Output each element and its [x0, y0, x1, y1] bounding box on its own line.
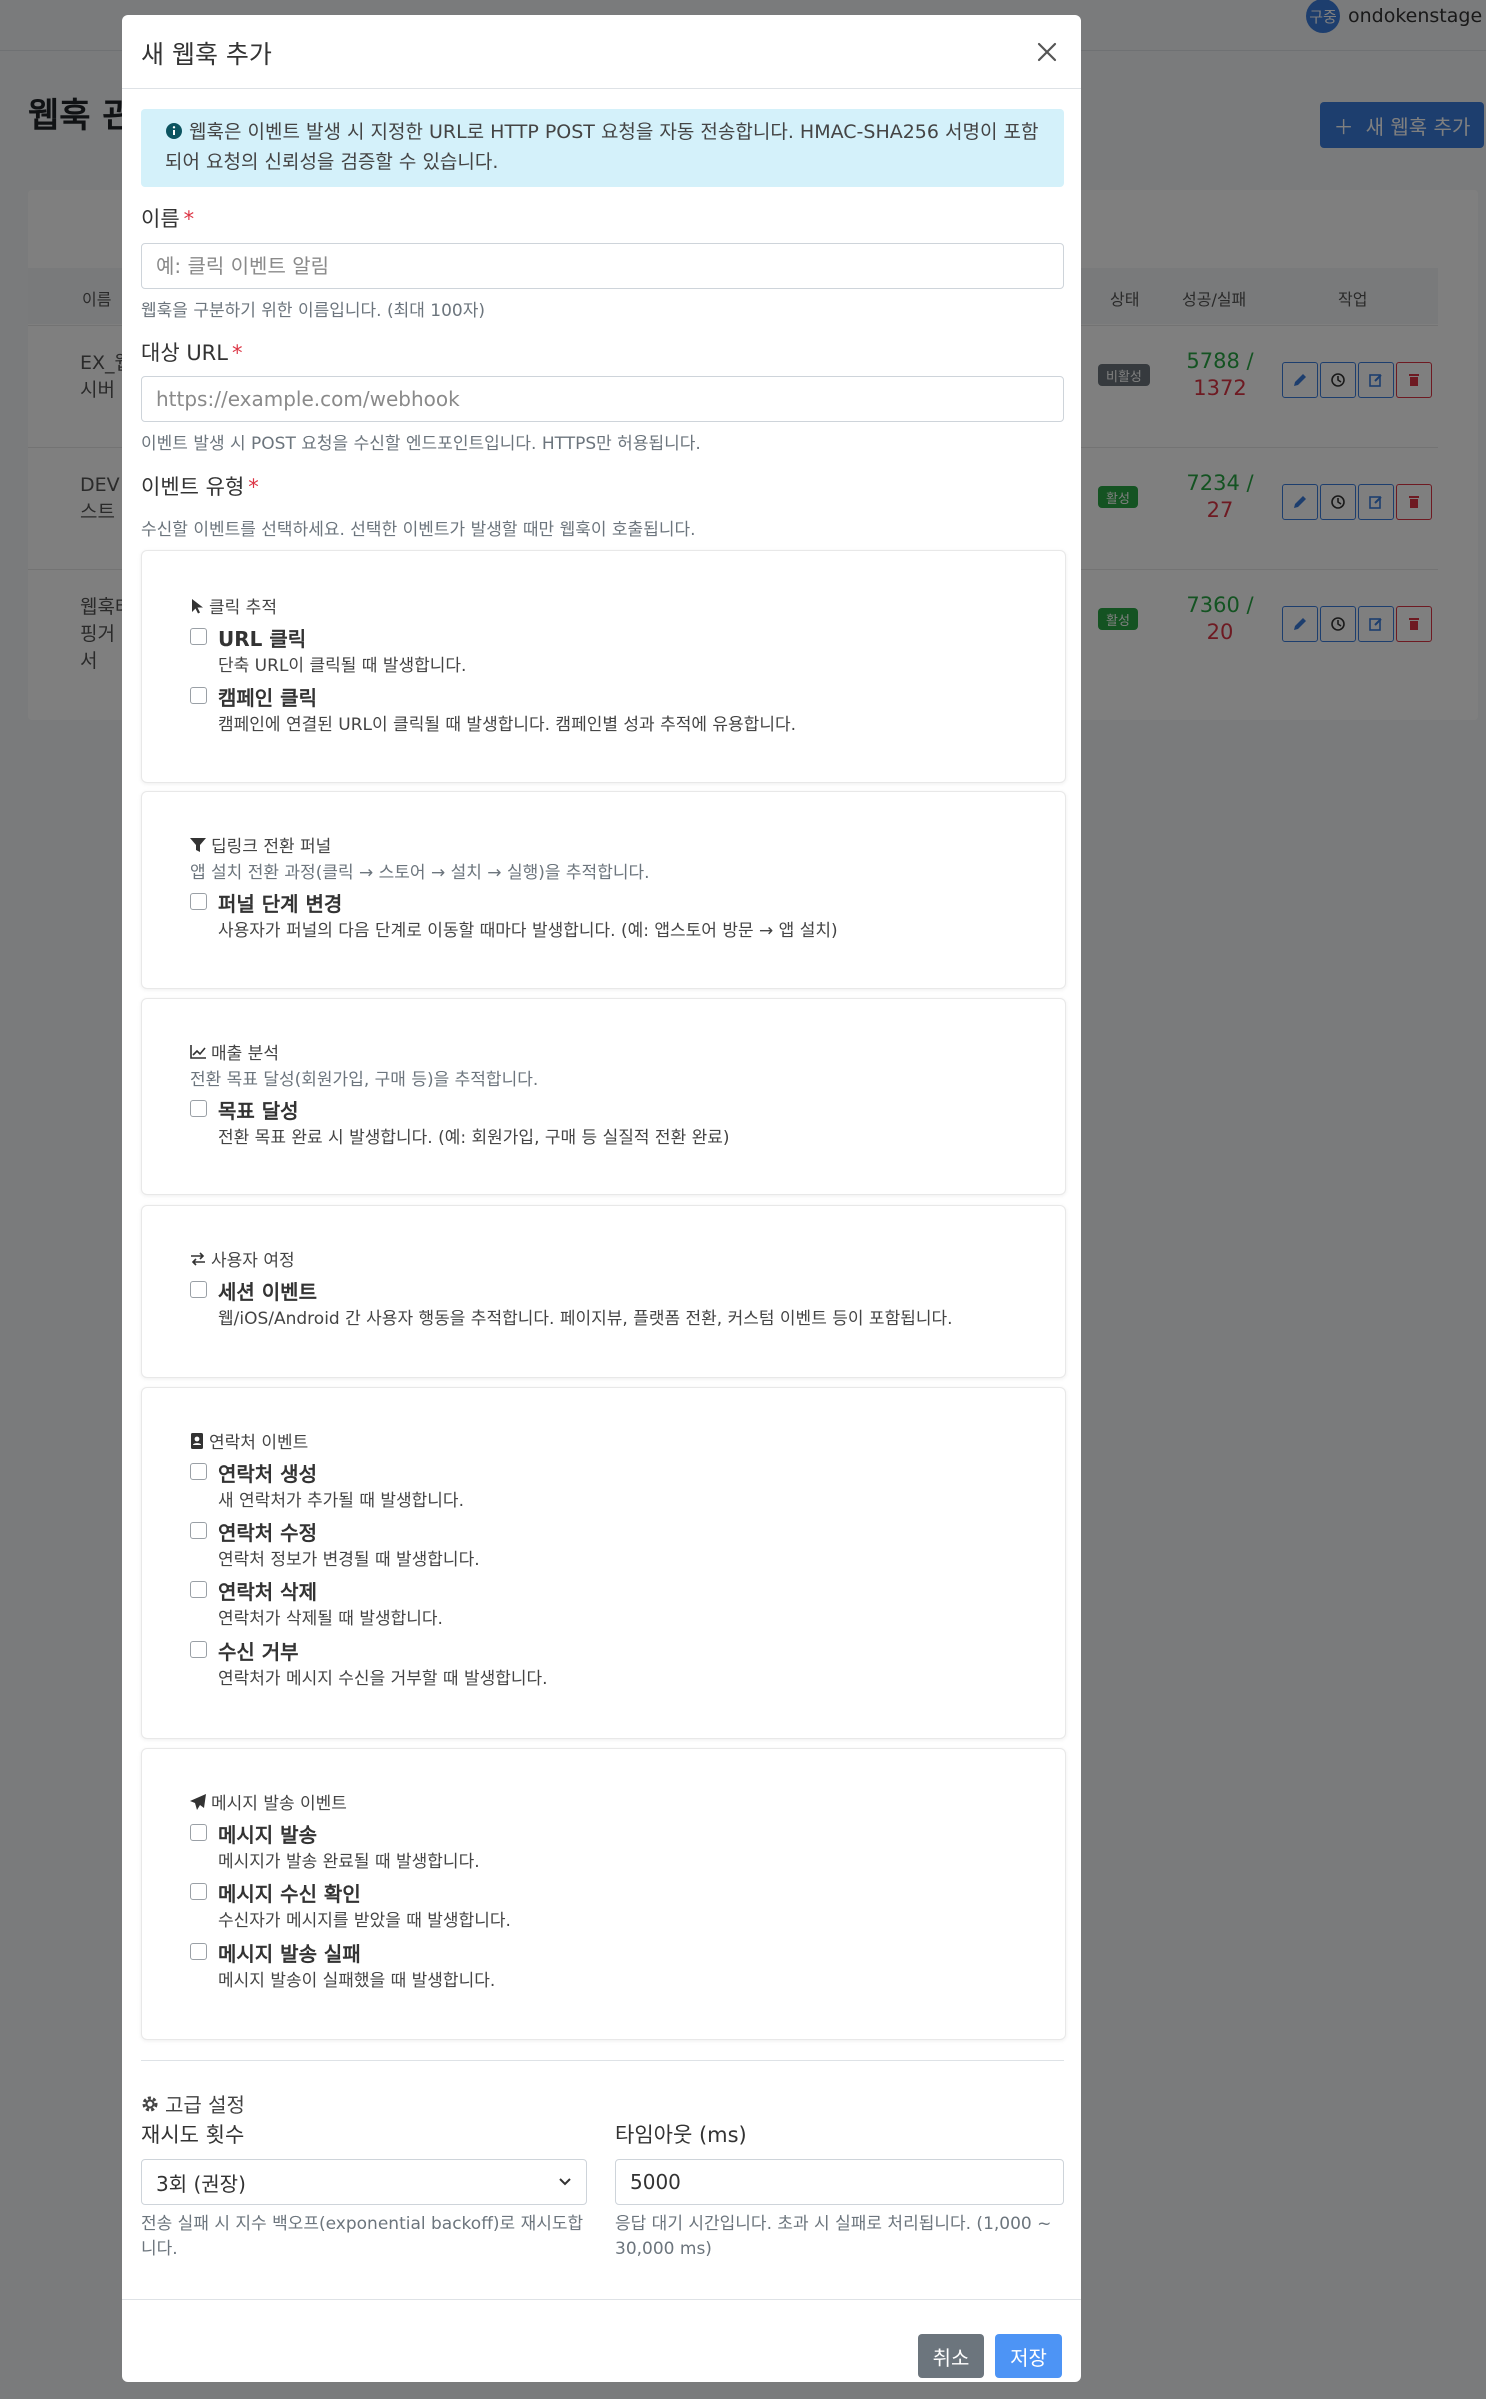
group-title: 연락처 이벤트	[190, 1428, 308, 1453]
option-desc: 캠페인에 연결된 URL이 클릭될 때 발생합니다. 캠페인별 성과 추적에 유…	[218, 715, 797, 735]
event-checkbox[interactable]	[190, 687, 207, 704]
event-checkbox[interactable]	[190, 1463, 207, 1480]
option-name: 연락처 수정	[218, 1521, 317, 1545]
option-name: 퍼널 단계 변경	[218, 892, 343, 916]
event-checkbox[interactable]	[190, 1883, 207, 1900]
required-mark: *	[183, 207, 195, 231]
option-name: 수신 거부	[218, 1640, 299, 1664]
group-title-text: 메시지 발송 이벤트	[211, 1794, 347, 1814]
group-title-text: 사용자 여정	[211, 1251, 295, 1271]
event-checkbox[interactable]	[190, 628, 207, 645]
event-group-journey: 사용자 여정 세션 이벤트 웹/iOS/Android 간 사용자 행동을 추적…	[141, 1205, 1066, 1378]
option-name: 메시지 발송 실패	[218, 1942, 361, 1966]
event-group-message: 메시지 발송 이벤트 메시지 발송 메시지가 발송 완료될 때 발생합니다. 메…	[141, 1748, 1066, 2040]
retry-label: 재시도 횟수	[141, 2123, 245, 2147]
url-label-text: 대상 URL	[141, 341, 228, 365]
option-name: 메시지 발송	[218, 1823, 317, 1847]
option-name: 세션 이벤트	[218, 1280, 317, 1304]
event-type-label-text: 이벤트 유형	[141, 475, 245, 499]
url-help: 이벤트 발생 시 POST 요청을 수신할 엔드포인트입니다. HTTPS만 허…	[141, 434, 701, 454]
event-checkbox[interactable]	[190, 1641, 207, 1658]
event-checkbox[interactable]	[190, 1522, 207, 1539]
event-group-revenue: 매출 분석 전환 목표 달성(회원가입, 구매 등)을 추적합니다. 목표 달성…	[141, 998, 1066, 1195]
group-title: 메시지 발송 이벤트	[190, 1789, 347, 1814]
required-mark: *	[248, 475, 259, 499]
contact-book-icon	[191, 1432, 203, 1449]
group-title: 클릭 추적	[190, 593, 277, 618]
option-desc: 웹/iOS/Android 간 사용자 행동을 추적합니다. 페이지뷰, 플랫폼…	[218, 1309, 953, 1329]
event-group-funnel: 딥링크 전환 퍼널 앱 설치 전환 과정(클릭 → 스토어 → 설치 → 실행)…	[141, 791, 1066, 989]
option-name: 연락처 생성	[218, 1462, 317, 1486]
retry-select[interactable]: 3회 (권장)	[141, 2159, 587, 2205]
advanced-settings-title: 고급 설정	[141, 2089, 245, 2118]
option-desc: 메시지가 발송 완료될 때 발생합니다.	[218, 1852, 480, 1872]
save-button[interactable]: 저장	[995, 2334, 1062, 2378]
option-desc: 연락처가 메시지 수신을 거부할 때 발생합니다.	[218, 1669, 548, 1689]
timeout-help: 응답 대기 시간입니다. 초과 시 실패로 처리됩니다. (1,000 ~ 30…	[615, 2214, 1052, 2259]
line-chart-icon	[190, 1044, 206, 1059]
option-desc: 사용자가 퍼널의 다음 단계로 이동할 때마다 발생합니다. (예: 앱스토어 …	[218, 921, 838, 941]
group-desc: 앱 설치 전환 과정(클릭 → 스토어 → 설치 → 실행)을 추적합니다.	[190, 863, 650, 883]
event-type-label: 이벤트 유형 *	[141, 471, 259, 501]
group-desc: 전환 목표 달성(회원가입, 구매 등)을 추적합니다.	[190, 1070, 539, 1090]
info-text: 웹훅은 이벤트 발생 시 지정한 URL로 HTTP POST 요청을 자동 전…	[165, 121, 1039, 173]
timeout-label: 타임아웃 (ms)	[615, 2123, 747, 2147]
group-title-text: 딥링크 전환 퍼널	[211, 837, 332, 857]
gear-icon	[142, 2096, 158, 2111]
option-desc: 수신자가 메시지를 받았을 때 발생합니다.	[218, 1911, 511, 1931]
url-label: 대상 URL *	[141, 337, 242, 367]
required-mark: *	[231, 341, 243, 365]
event-group-contact: 연락처 이벤트 연락처 생성 새 연락처가 추가될 때 발생합니다. 연락처 수…	[141, 1387, 1066, 1739]
event-checkbox[interactable]	[190, 893, 207, 910]
event-group-click: 클릭 추적 URL 클릭 단축 URL이 클릭될 때 발생합니다. 캠페인 클릭…	[141, 550, 1066, 783]
option-desc: 메시지 발송이 실패했을 때 발생합니다.	[218, 1971, 496, 1991]
name-label: 이름 *	[141, 203, 194, 233]
group-title-text: 매출 분석	[211, 1044, 279, 1064]
event-type-help: 수신할 이벤트를 선택하세요. 선택한 이벤트가 발생할 때만 웹훅이 호출됩니…	[141, 520, 696, 540]
group-title: 딥링크 전환 퍼널	[190, 832, 331, 857]
paper-plane-icon	[190, 1793, 206, 1810]
url-input[interactable]	[141, 376, 1064, 422]
event-checkbox[interactable]	[190, 1281, 207, 1298]
modal-header: 새 웹훅 추가	[122, 15, 1081, 89]
event-checkbox[interactable]	[190, 1100, 207, 1117]
option-desc: 연락처 정보가 변경될 때 발생합니다.	[218, 1550, 480, 1570]
timeout-input[interactable]	[615, 2159, 1064, 2205]
advanced-settings-text: 고급 설정	[165, 2093, 245, 2117]
group-title: 사용자 여정	[190, 1246, 295, 1271]
name-input[interactable]	[141, 243, 1064, 289]
cancel-button[interactable]: 취소	[918, 2334, 984, 2378]
info-circle-icon	[165, 120, 183, 148]
chevron-down-icon	[559, 2178, 571, 2186]
option-desc: 연락처가 삭제될 때 발생합니다.	[218, 1609, 443, 1629]
option-name: 메시지 수신 확인	[218, 1882, 361, 1906]
cursor-icon	[192, 598, 203, 613]
option-desc: 단축 URL이 클릭될 때 발생합니다.	[218, 656, 467, 676]
option-desc: 새 연락처가 추가될 때 발생합니다.	[218, 1491, 464, 1511]
filter-icon	[190, 837, 206, 852]
name-label-text: 이름	[141, 207, 180, 231]
option-desc: 전환 목표 완료 시 발생합니다. (예: 회원가입, 구매 등 실질적 전환 …	[218, 1128, 730, 1148]
info-alert: 웹훅은 이벤트 발생 시 지정한 URL로 HTTP POST 요청을 자동 전…	[141, 109, 1064, 187]
close-icon	[1037, 42, 1057, 62]
event-checkbox[interactable]	[190, 1943, 207, 1960]
event-checkbox[interactable]	[190, 1581, 207, 1598]
divider	[141, 2060, 1064, 2061]
add-webhook-modal: 새 웹훅 추가 웹훅은 이벤트 발생 시 지정한 URL로 HTTP POST …	[122, 15, 1081, 2382]
name-help: 웹훅을 구분하기 위한 이름입니다. (최대 100자)	[141, 301, 486, 321]
option-name: URL 클릭	[218, 627, 307, 651]
retry-selected-value: 3회 (권장)	[156, 2171, 246, 2196]
group-title-text: 클릭 추적	[209, 598, 277, 618]
exchange-icon	[191, 1251, 205, 1266]
option-name: 목표 달성	[218, 1099, 299, 1123]
group-title: 매출 분석	[190, 1039, 279, 1064]
group-title-text: 연락처 이벤트	[209, 1433, 309, 1453]
option-name: 캠페인 클릭	[218, 686, 317, 710]
retry-help: 전송 실패 시 지수 백오프(exponential backoff)로 재시도…	[141, 2214, 584, 2259]
option-name: 연락처 삭제	[218, 1580, 317, 1604]
modal-title: 새 웹훅 추가	[141, 40, 272, 69]
event-checkbox[interactable]	[190, 1824, 207, 1841]
close-button[interactable]	[1030, 35, 1064, 69]
modal-footer: 취소 저장	[122, 2299, 1081, 2383]
